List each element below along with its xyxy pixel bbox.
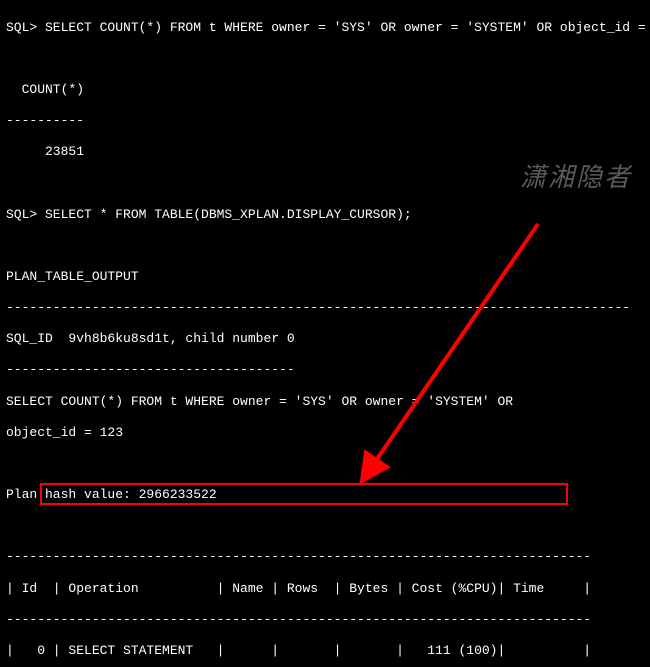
blank-line [6,518,644,534]
sql-echo-line: SELECT COUNT(*) FROM t WHERE owner = 'SY… [6,394,644,410]
blank-line [6,51,644,67]
divider-line: ------------------------------------- [6,362,644,378]
divider-line: ----------------------------------------… [6,300,644,316]
sql-id-line: SQL_ID 9vh8b6ku8sd1t, child number 0 [6,331,644,347]
table-border: ----------------------------------------… [6,612,644,628]
table-row: | 0 | SELECT STATEMENT | | | | 111 (100)… [6,643,644,659]
divider-line: ---------- [6,113,644,129]
table-border: ----------------------------------------… [6,549,644,565]
sql-echo-line: object_id = 123 [6,425,644,441]
blank-line [6,456,644,472]
plan-hash-line: Plan hash value: 2966233522 [6,487,644,503]
count-header: COUNT(*) [6,82,644,98]
blank-line [6,238,644,254]
terminal-output: SQL> SELECT COUNT(*) FROM t WHERE owner … [0,0,650,667]
blank-line [6,175,644,191]
sql-command-line: SQL> SELECT * FROM TABLE(DBMS_XPLAN.DISP… [6,207,644,223]
sql-command-line: SQL> SELECT COUNT(*) FROM t WHERE owner … [6,20,644,36]
count-value: 23851 [6,144,644,160]
plan-table-header: PLAN_TABLE_OUTPUT [6,269,644,285]
table-header-row: | Id | Operation | Name | Rows | Bytes |… [6,581,644,597]
